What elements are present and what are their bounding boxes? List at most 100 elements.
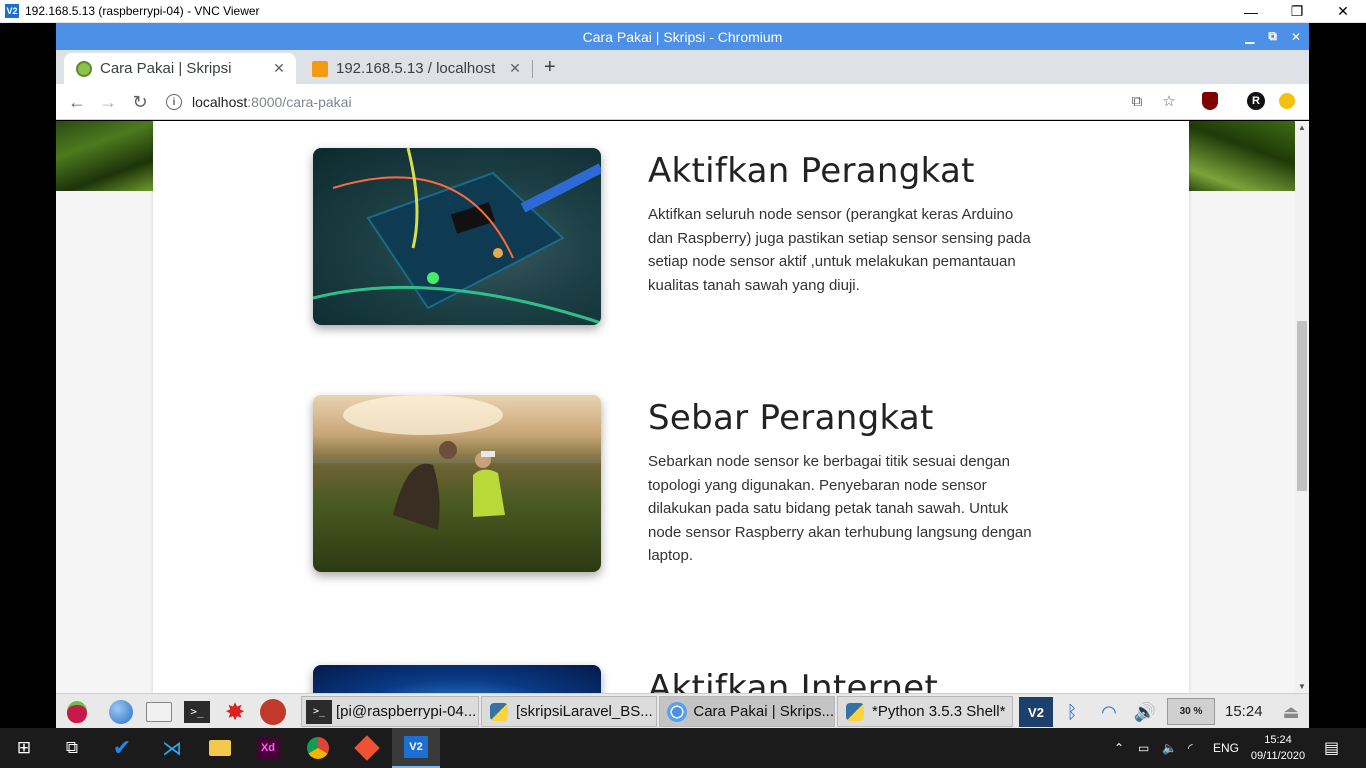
volume-icon[interactable]: 🔊 xyxy=(1130,697,1160,727)
vnc-window-title: 192.168.5.13 (raspberrypi-04) - VNC View… xyxy=(25,4,260,18)
file-manager-folder-icon[interactable] xyxy=(144,697,174,727)
task-view-icon[interactable]: ⧉ xyxy=(48,728,96,768)
vnc-maximize-button[interactable]: ❐ xyxy=(1274,0,1320,23)
address-bar[interactable]: i localhost:8000/cara-pakai xyxy=(166,89,1106,115)
content-card: Aktifkan Perangkat Aktifkan seluruh node… xyxy=(153,121,1189,693)
cpu-usage-monitor: 30 % xyxy=(1167,698,1215,725)
vnc-server-icon[interactable]: V2 xyxy=(1019,697,1053,727)
web-browser-globe-icon[interactable] xyxy=(106,697,136,727)
scroll-up-arrow-icon[interactable]: ▲ xyxy=(1298,123,1306,132)
network-icon[interactable]: ◜ xyxy=(1188,728,1193,768)
page-scrollbar[interactable]: ▲ ▼ xyxy=(1295,121,1309,693)
rpi-clock[interactable]: 15:24 xyxy=(1225,703,1263,720)
forward-arrow-icon[interactable]: → xyxy=(96,90,120,114)
language-indicator[interactable]: ENG xyxy=(1213,728,1239,768)
windows-start-icon[interactable]: ⊞ xyxy=(0,728,48,768)
bluetooth-icon[interactable]: ᛒ xyxy=(1057,697,1087,727)
site-info-icon[interactable]: i xyxy=(166,94,182,110)
feature-title: Aktifkan Perangkat xyxy=(648,151,975,191)
task-label: Cara Pakai | Skrips... xyxy=(693,703,834,720)
vnc-viewer-taskbar-icon[interactable]: V2 xyxy=(392,728,440,768)
adobe-xd-icon[interactable]: Xd xyxy=(244,728,292,768)
chromium-close-button[interactable]: ✕ xyxy=(1291,30,1301,44)
url-path: :8000/cara-pakai xyxy=(247,94,352,110)
wolfram-icon[interactable] xyxy=(258,697,288,727)
chromium-window-controls: ▁ ⧉ ✕ xyxy=(1245,23,1301,50)
task-chromium[interactable]: Cara Pakai | Skrips... xyxy=(659,696,835,727)
battery-icon[interactable]: ▭ xyxy=(1138,728,1149,768)
wifi-icon[interactable]: ◠ xyxy=(1094,697,1124,727)
tab-cara-pakai[interactable]: Cara Pakai | Skripsi ✕ xyxy=(64,53,296,84)
task-label: *Python 3.5.3 Shell* xyxy=(872,703,1006,720)
chromium-icon xyxy=(664,700,689,724)
raspberry-pi-taskbar: >_ ✸ >_ [pi@raspberrypi-04... [skripsiLa… xyxy=(56,693,1309,728)
clock-time: 15:24 xyxy=(1264,734,1292,746)
git-kraken-icon[interactable] xyxy=(343,728,391,768)
tab-label: 192.168.5.13 / localhost xyxy=(336,60,496,77)
vnc-left-margin xyxy=(0,23,56,693)
extension-yellow-icon[interactable] xyxy=(1276,90,1298,112)
terminal-icon[interactable]: >_ xyxy=(182,697,212,727)
task-python-shell[interactable]: *Python 3.5.3 Shell* xyxy=(837,696,1013,727)
phpmyadmin-favicon-icon xyxy=(312,60,328,77)
page-viewport: Aktifkan Perangkat Aktifkan seluruh node… xyxy=(56,121,1309,693)
scroll-down-arrow-icon[interactable]: ▼ xyxy=(1298,682,1306,691)
tray-chevron-icon[interactable]: ⌃ xyxy=(1114,728,1124,768)
vnc-titlebar: V2 192.168.5.13 (raspberrypi-04) - VNC V… xyxy=(0,0,1366,23)
header-background-left xyxy=(56,121,153,191)
url-host: localhost xyxy=(192,94,248,110)
tab-close-icon[interactable]: ✕ xyxy=(270,60,288,77)
chromium-minimize-button[interactable]: ▁ xyxy=(1245,30,1254,44)
tab-close-icon[interactable]: ✕ xyxy=(506,60,524,77)
vnc-logo-icon: V2 xyxy=(5,4,19,18)
vnc-window-controls: — ❐ ✕ xyxy=(1228,0,1366,23)
header-background-right xyxy=(1189,121,1295,191)
ublock-icon[interactable] xyxy=(1199,90,1221,112)
translate-icon[interactable]: ⧉ xyxy=(1126,90,1148,112)
speaker-icon[interactable]: 🔈 xyxy=(1162,728,1177,768)
extension-r-icon[interactable]: R xyxy=(1245,90,1267,112)
tab-label: Cara Pakai | Skripsi xyxy=(100,60,232,77)
windows-clock[interactable]: 15:24 09/11/2020 xyxy=(1250,732,1306,764)
bookmark-star-icon[interactable]: ☆ xyxy=(1158,90,1180,112)
task-label: [pi@raspberrypi-04... xyxy=(336,703,477,720)
vnc-right-margin xyxy=(1309,23,1366,693)
browser-toolbar: ← → ↻ i localhost:8000/cara-pakai ⧉ ☆ R xyxy=(56,84,1309,120)
back-arrow-icon[interactable]: ← xyxy=(65,90,89,114)
internet-network-image xyxy=(313,665,601,693)
chrome-icon[interactable] xyxy=(294,728,342,768)
reload-icon[interactable]: ↻ xyxy=(128,90,152,114)
clock-date: 09/11/2020 xyxy=(1250,750,1306,762)
scrollbar-thumb[interactable] xyxy=(1297,321,1307,491)
task-terminal[interactable]: >_ [pi@raspberrypi-04... xyxy=(301,696,479,727)
python-icon xyxy=(842,700,868,724)
todo-check-icon[interactable]: ✔ xyxy=(98,728,146,768)
tab-strip: Cara Pakai | Skripsi ✕ 192.168.5.13 / lo… xyxy=(56,50,1309,84)
chromium-maximize-button[interactable]: ⧉ xyxy=(1268,29,1277,44)
python-icon xyxy=(486,700,512,724)
new-tab-button[interactable]: + xyxy=(544,56,556,79)
feature-description: Aktifkan seluruh node sensor (perangkat … xyxy=(648,206,1031,294)
vnc-minimize-button[interactable]: — xyxy=(1228,0,1274,23)
farmers-field-image xyxy=(313,395,601,572)
windows-taskbar: ⊞ ⧉ ✔ ⋊ Xd V2 ⌃ ▭ 🔈 ◜ ENG 15:24 09/11/20… xyxy=(0,728,1366,768)
vscode-icon[interactable]: ⋊ xyxy=(148,728,196,768)
arduino-board-image xyxy=(313,148,601,325)
task-label: [skripsiLaravel_BS... xyxy=(516,703,653,720)
task-skripsi-laravel[interactable]: [skripsiLaravel_BS... xyxy=(481,696,657,727)
vnc-close-button[interactable]: ✕ xyxy=(1320,0,1366,23)
eject-icon[interactable]: ⏏ xyxy=(1276,697,1306,727)
chromium-window-title: Cara Pakai | Skripsi - Chromium xyxy=(582,28,783,45)
feature-title: Aktifkan Internet xyxy=(648,668,939,693)
tab-phpmyadmin[interactable]: 192.168.5.13 / localhost ✕ xyxy=(300,53,532,84)
tab-separator xyxy=(532,60,533,78)
file-explorer-icon[interactable] xyxy=(196,728,244,768)
wolfram-mathematica-icon[interactable]: ✸ xyxy=(220,697,250,727)
tab-favicon-icon xyxy=(76,60,92,77)
feature-description: Sebarkan node sensor ke berbagai titik s… xyxy=(648,453,1032,564)
raspberry-menu-icon[interactable] xyxy=(62,697,92,727)
feature-title: Sebar Perangkat xyxy=(648,398,934,438)
chromium-titlebar: Cara Pakai | Skripsi - Chromium ▁ ⧉ ✕ xyxy=(56,23,1309,50)
terminal-icon: >_ xyxy=(306,699,332,724)
action-center-icon[interactable]: ▤ xyxy=(1324,728,1339,768)
